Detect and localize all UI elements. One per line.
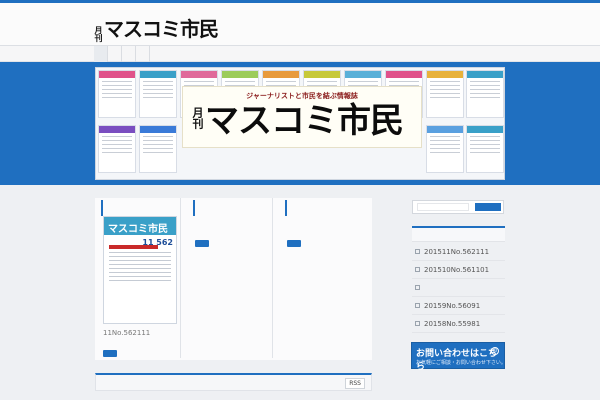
cover-masthead-text: マスコミ市民: [108, 224, 168, 235]
cover-issue-number: 11 562: [142, 238, 173, 247]
post-caption[interactable]: 11No.562111: [103, 329, 150, 337]
rss-bar: RSS: [95, 373, 372, 391]
banner-title-panel: ジャーナリストと市民を結ぶ情報誌 月刊 マスコミ市民: [182, 86, 422, 148]
mini-cover-image: [426, 70, 464, 118]
banner-tagline: ジャーナリストと市民を結ぶ情報誌: [246, 92, 358, 100]
sidebar-item[interactable]: 201510No.561101: [412, 261, 505, 279]
logo-prefix: 月刊: [94, 26, 103, 42]
mini-cover-image: [98, 125, 136, 173]
column-accent: [101, 200, 103, 216]
search-button[interactable]: [475, 203, 501, 211]
bullet-icon: [415, 321, 420, 326]
nav-tab-4[interactable]: [136, 46, 150, 62]
mini-cover-image: [139, 125, 177, 173]
bullet-icon: [415, 267, 420, 272]
mini-cover-image: [466, 70, 504, 118]
main-content: マスコミ市民 11 562 11No.562111: [95, 198, 372, 360]
sidebar-item[interactable]: 20158No.55981: [412, 315, 505, 333]
sidebar-item[interactable]: 201511No.562111: [412, 243, 505, 261]
arrow-circle-icon: ⊙: [491, 347, 499, 355]
sidebar-heading: [412, 226, 505, 242]
sidebar-item-label: 20159No.56091: [424, 301, 481, 310]
sidebar-item-label: 201510No.561101: [424, 265, 490, 274]
hero-banner: ジャーナリストと市民を結ぶ情報誌 月刊 マスコミ市民: [0, 62, 600, 185]
cover-text-line: [109, 260, 171, 261]
mini-cover-image: [466, 125, 504, 173]
mini-cover-image: [139, 70, 177, 118]
nav-tab-2[interactable]: [108, 46, 122, 62]
site-logo[interactable]: 月刊 マスコミ市民: [94, 17, 219, 42]
post-column: [187, 198, 273, 358]
banner-image[interactable]: ジャーナリストと市民を結ぶ情報誌 月刊 マスコミ市民: [95, 67, 505, 180]
cover-masthead: マスコミ市民: [104, 217, 176, 235]
banner-title-prefix: 月刊: [191, 107, 204, 129]
column-accent: [285, 200, 287, 216]
bullet-icon: [415, 249, 420, 254]
main-nav: [0, 46, 600, 62]
contact-banner[interactable]: お問い合わせはこちら ⊙ お気軽にご相談・お問い合わせ下さい。: [411, 342, 506, 372]
site-header: 月刊 マスコミ市民: [0, 3, 600, 46]
cover-text-line: [109, 280, 171, 281]
rss-button[interactable]: RSS: [345, 378, 365, 389]
search-box: [412, 200, 504, 214]
banner-title: マスコミ市民: [205, 101, 404, 141]
post-column: [279, 198, 365, 358]
sidebar-item[interactable]: [412, 279, 505, 297]
magazine-cover-thumbnail[interactable]: マスコミ市民 11 562: [103, 216, 177, 324]
search-input[interactable]: [417, 203, 469, 211]
sidebar-item[interactable]: 20159No.56091: [412, 297, 505, 315]
cover-text-line: [109, 272, 171, 273]
read-more-button[interactable]: [195, 240, 209, 247]
post-column: マスコミ市民 11 562 11No.562111: [95, 198, 181, 358]
sidebar-post-list: 201511No.562111 201510No.561101 20159No.…: [412, 243, 505, 333]
nav-tab-3[interactable]: [122, 46, 136, 62]
cover-text-line: [109, 276, 171, 277]
mini-cover-image: [426, 125, 464, 173]
cover-text-line: [109, 252, 171, 253]
sidebar-item-label: 201511No.562111: [424, 247, 490, 256]
column-divider: [180, 198, 181, 358]
cover-text-line: [109, 268, 171, 269]
bullet-icon: [415, 285, 420, 290]
cover-text-line: [109, 264, 171, 265]
sidebar-item-label: 20158No.55981: [424, 319, 481, 328]
column-accent: [193, 200, 195, 216]
mini-cover-image: [98, 70, 136, 118]
cover-text-line: [109, 256, 171, 257]
nav-home-tab[interactable]: [94, 46, 108, 62]
bullet-icon: [415, 303, 420, 308]
column-divider: [272, 198, 273, 358]
contact-subtitle: お気軽にご相談・お問い合わせ下さい。: [416, 360, 506, 366]
read-more-button[interactable]: [103, 350, 117, 357]
logo-text: マスコミ市民: [104, 17, 219, 41]
read-more-button[interactable]: [287, 240, 301, 247]
